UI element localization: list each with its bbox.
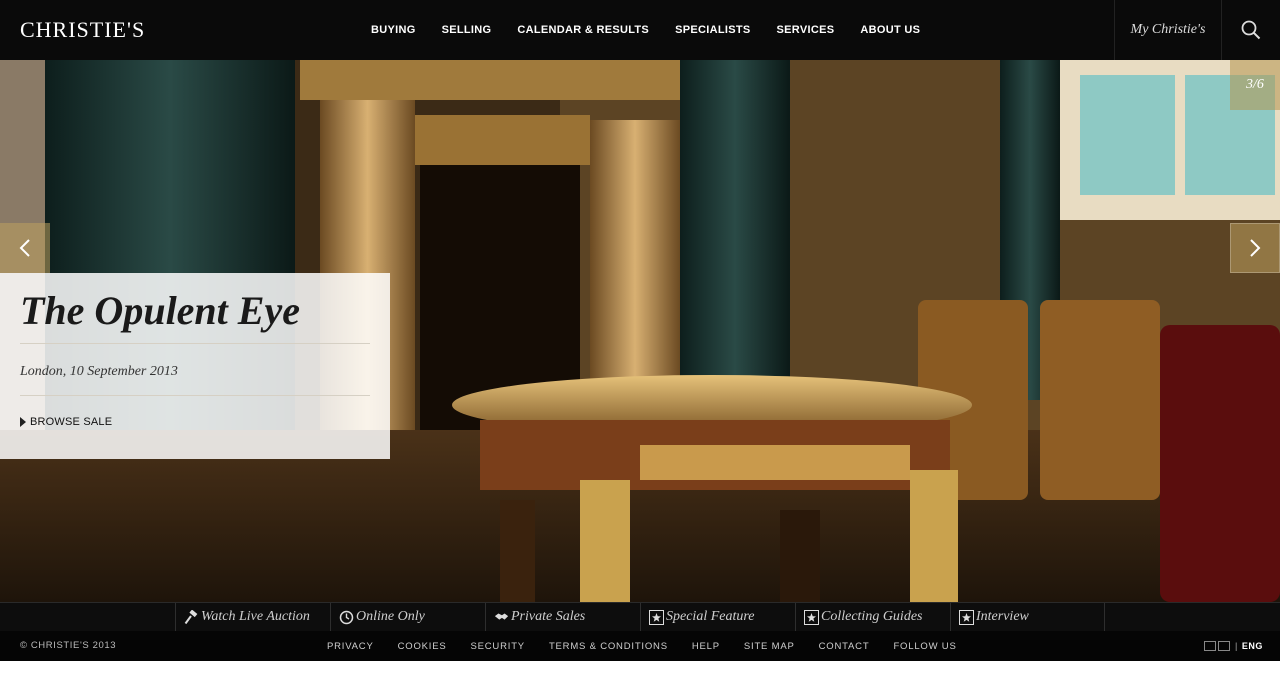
handshake-icon	[494, 610, 509, 625]
footer-link-site-map[interactable]: SITE MAP	[732, 641, 807, 652]
language-selector: | ENG	[1204, 631, 1263, 661]
flag-icon[interactable]	[1218, 641, 1230, 651]
next-slide-button[interactable]	[1230, 223, 1280, 273]
category-label: Online Only	[356, 609, 425, 624]
prev-slide-button[interactable]	[0, 223, 50, 273]
play-triangle-icon	[20, 417, 26, 427]
slide-subtitle: London, 10 September 2013	[20, 344, 370, 396]
footer-link-follow-us[interactable]: FOLLOW US	[881, 641, 968, 652]
site-footer: © CHRISTIE'S 2013 PRIVACY COOKIES SECURI…	[0, 631, 1280, 661]
nav-selling[interactable]: SELLING	[429, 24, 505, 36]
search-button[interactable]	[1221, 0, 1280, 60]
gavel-icon	[184, 609, 199, 625]
christies-logo[interactable]: CHRISTIE'S	[20, 16, 145, 44]
chevron-left-icon	[19, 239, 30, 257]
footer-link-security[interactable]: SECURITY	[459, 641, 537, 652]
footer-link-cookies[interactable]: COOKIES	[386, 641, 459, 652]
slide-counter: 3/6	[1230, 60, 1280, 110]
nav-services[interactable]: SERVICES	[764, 24, 848, 36]
category-online-only[interactable]: Online Only	[330, 603, 485, 631]
footer-link-help[interactable]: HELP	[680, 641, 732, 652]
category-watch-live-auction[interactable]: Watch Live Auction	[175, 603, 330, 631]
category-label: Watch Live Auction	[201, 609, 310, 624]
hero-slideshow: 3/6 The Opulent Eye London, 10 September…	[0, 60, 1280, 602]
footer-link-contact[interactable]: CONTACT	[807, 641, 882, 652]
nav-specialists[interactable]: SPECIALISTS	[662, 24, 763, 36]
language-code[interactable]: ENG	[1242, 641, 1263, 651]
category-label: Interview	[976, 609, 1029, 624]
category-interview[interactable]: Interview	[950, 603, 1105, 631]
flag-icon[interactable]	[1204, 641, 1216, 651]
site-header: CHRISTIE'S BUYING SELLING CALENDAR & RES…	[0, 0, 1280, 60]
category-private-sales[interactable]: Private Sales	[485, 603, 640, 631]
footer-links: PRIVACY COOKIES SECURITY TERMS & CONDITI…	[315, 631, 969, 661]
slide-title: The Opulent Eye	[20, 287, 370, 344]
star-icon	[959, 609, 974, 625]
chevron-right-icon	[1250, 239, 1261, 257]
star-icon	[649, 609, 664, 625]
category-collecting-guides[interactable]: Collecting Guides	[795, 603, 950, 631]
footer-link-privacy[interactable]: PRIVACY	[315, 641, 386, 652]
category-label: Special Feature	[666, 609, 755, 624]
clock-icon	[339, 610, 354, 625]
browse-sale-label: BROWSE SALE	[30, 416, 113, 428]
slide-caption: The Opulent Eye London, 10 September 201…	[0, 273, 390, 459]
browse-sale-link[interactable]: BROWSE SALE	[20, 396, 370, 428]
my-christies-link[interactable]: My Christie's	[1114, 0, 1222, 60]
category-bar: Watch Live Auction Online Only Private S…	[0, 602, 1280, 631]
nav-about-us[interactable]: ABOUT US	[847, 24, 933, 36]
main-nav: BUYING SELLING CALENDAR & RESULTS SPECIA…	[358, 0, 933, 60]
category-label: Collecting Guides	[821, 609, 923, 624]
footer-link-terms[interactable]: TERMS & CONDITIONS	[537, 641, 680, 652]
copyright: © CHRISTIE'S 2013	[20, 640, 117, 651]
language-divider: |	[1235, 641, 1238, 651]
nav-buying[interactable]: BUYING	[358, 24, 429, 36]
star-icon	[804, 609, 819, 625]
category-special-feature[interactable]: Special Feature	[640, 603, 795, 631]
nav-calendar-results[interactable]: CALENDAR & RESULTS	[504, 24, 662, 36]
category-label: Private Sales	[511, 609, 586, 624]
search-icon	[1241, 20, 1260, 40]
